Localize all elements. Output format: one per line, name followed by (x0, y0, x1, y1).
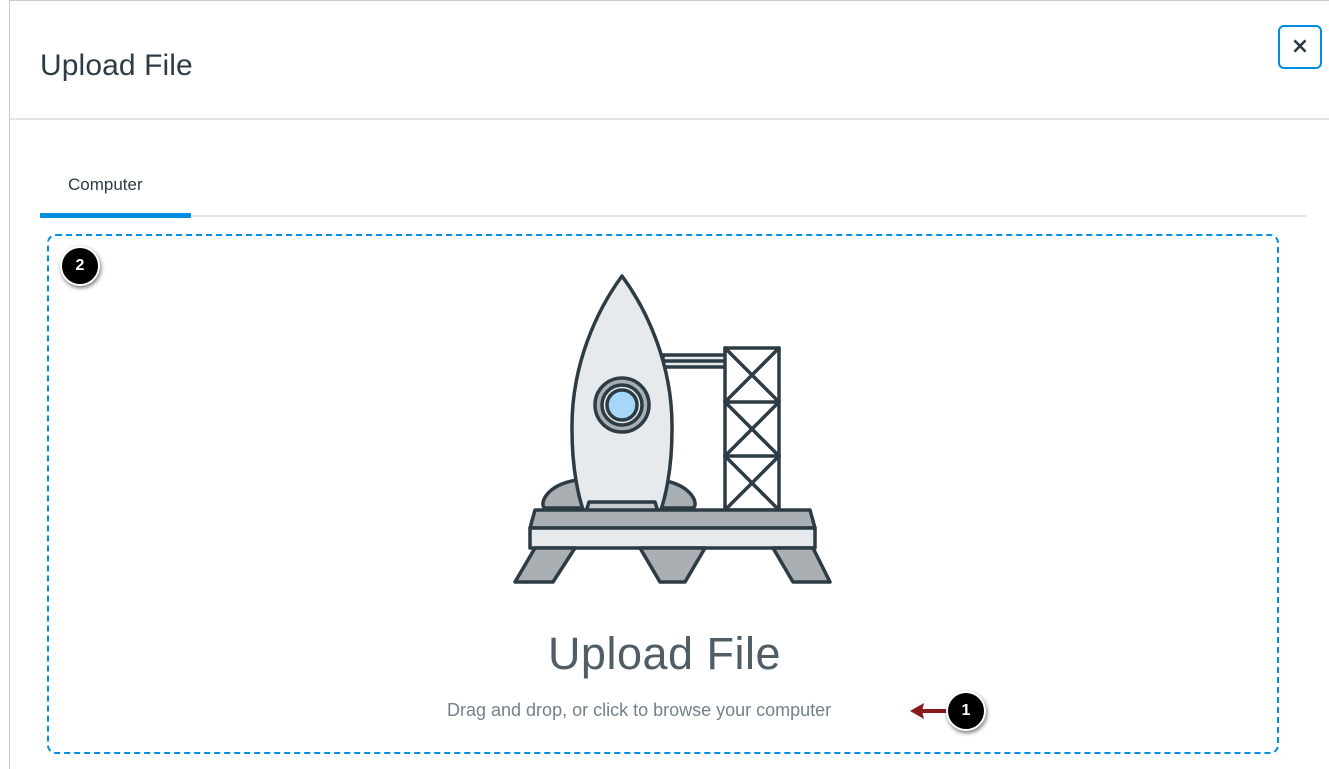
header-divider (10, 118, 1329, 120)
callout-badge-1: 1 (946, 691, 986, 731)
tab-computer-label: Computer (68, 175, 143, 194)
dropzone-subtitle: Drag and drop, or click to browse your c… (447, 700, 832, 720)
page: Upload File × Computer 2 Upload File Dra… (0, 0, 1329, 769)
dropzone-title: Upload File (547, 628, 782, 679)
tab-divider (40, 215, 1306, 217)
rocket-launch-icon (513, 274, 832, 584)
callout-badge-2: 2 (60, 246, 100, 286)
close-icon: × (1290, 34, 1310, 59)
active-tab-indicator (40, 213, 191, 218)
callout-arrow-icon (910, 703, 950, 719)
close-button[interactable]: × (1278, 25, 1322, 69)
tab-list: Computer (40, 171, 1306, 218)
modal-title: Upload File (40, 49, 193, 82)
tab-computer[interactable]: Computer (40, 171, 191, 218)
